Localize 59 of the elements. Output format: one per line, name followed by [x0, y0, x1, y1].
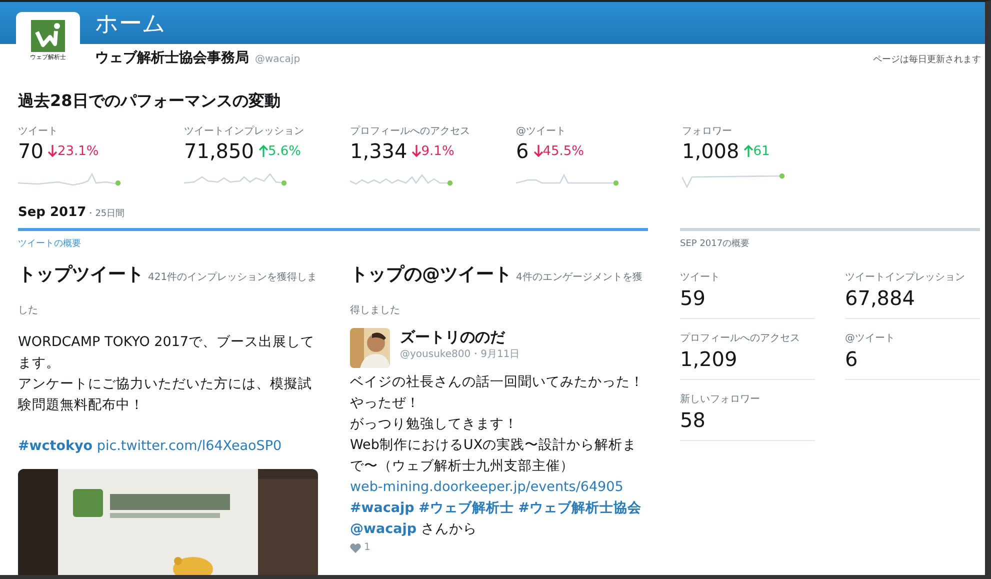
author-handle: @yousuke800・9月11日	[400, 348, 520, 361]
stat-label: ツイートインプレッション	[845, 270, 966, 284]
tab-label: ツイートの概要	[18, 238, 81, 250]
hashtag-link[interactable]: #ウェブ解析士協会	[518, 500, 642, 516]
metric-change: 5.6%	[258, 144, 302, 158]
hashtag-link[interactable]: #wctokyo	[18, 438, 93, 454]
arrow-up-icon	[258, 145, 268, 157]
logo-icon	[31, 20, 65, 52]
hashtag-link[interactable]: #wacajp	[350, 500, 414, 516]
metric-label: フォロワー	[682, 125, 733, 138]
hashtag-link[interactable]: #ウェブ解析士	[418, 500, 514, 516]
arrow-up-icon	[744, 145, 754, 157]
metric-label: プロフィールへのアクセス	[350, 124, 471, 138]
tweet-text: アンケートにご協力いただいた方には、模擬試験問題無料配布中！	[18, 376, 312, 413]
tweet-text: さんから	[420, 521, 477, 537]
url-link[interactable]: pic.twitter.com/l64XeaoSP0	[96, 438, 282, 454]
like-count: 1	[364, 542, 370, 553]
author-name: ズートリののだ	[400, 328, 506, 347]
metric-value: 70	[18, 139, 44, 163]
metric-change: 45.5%	[534, 144, 584, 158]
page-title: ホーム	[95, 10, 166, 38]
metric-label: ツイート	[18, 125, 59, 138]
tweet-text: Web制作におけるUXの実践〜設計から解析まで〜（ウェブ解析士九州支部主催）	[350, 437, 637, 474]
hashtag-link[interactable]: @wacajp	[350, 521, 416, 537]
stat-value: 1,209	[680, 347, 738, 371]
stat-value: 67,884	[845, 286, 916, 310]
period-month: Sep 2017	[18, 205, 86, 220]
update-note: ページは毎日更新されます	[873, 54, 981, 66]
arrow-down-icon	[534, 145, 543, 157]
account-handle: @wacajp	[255, 54, 300, 65]
stat-label: プロフィールへのアクセス	[680, 332, 801, 345]
metric-value: 6	[516, 139, 529, 163]
heart-icon[interactable]	[350, 542, 361, 552]
stat-label: 新しいフォロワー	[680, 392, 761, 406]
metric-value: 1,008	[682, 139, 740, 163]
tweet-text: がっつり勉強してきます！	[350, 416, 518, 432]
metric-value: 71,850	[184, 139, 254, 163]
stat-label: @ツイート	[845, 332, 896, 345]
section-heading: 過去28日でのパフォーマンスの変動	[18, 91, 282, 112]
stat-value: 6	[845, 347, 859, 371]
metric-change: 9.1%	[412, 144, 454, 158]
summary-label: SEP 2017の概要	[680, 238, 750, 250]
metric-value: 1,334	[350, 139, 408, 163]
arrow-down-icon	[412, 145, 422, 157]
metric-label: ツイートインプレッション	[184, 124, 305, 138]
top-mention-heading: トップの@ツイート 4件のエンゲージメントを獲得しました	[350, 263, 644, 318]
tweet-text: ベイジの社長さんの話一回聞いてみたかった！やったぜ！	[350, 374, 644, 411]
stat-value: 58	[680, 408, 706, 432]
account-name: ウェブ解析士協会事務局	[95, 49, 249, 67]
metric-change: 23.1%	[48, 144, 99, 158]
stat-label: ツイート	[680, 271, 721, 284]
url-link[interactable]: web-mining.doorkeeper.jp/events/64905	[350, 479, 624, 495]
tweet-text: WORDCAMP TOKYO 2017で、ブース出展してます。	[18, 334, 315, 371]
period-days: ・25日間	[86, 207, 125, 220]
metric-label: @ツイート	[516, 125, 567, 138]
stat-value: 59	[680, 286, 706, 310]
top-tweet-heading: トップツイート 421件のインプレッションを獲得しました	[18, 263, 318, 318]
arrow-down-icon	[48, 145, 58, 157]
metric-change: 61	[744, 144, 770, 158]
